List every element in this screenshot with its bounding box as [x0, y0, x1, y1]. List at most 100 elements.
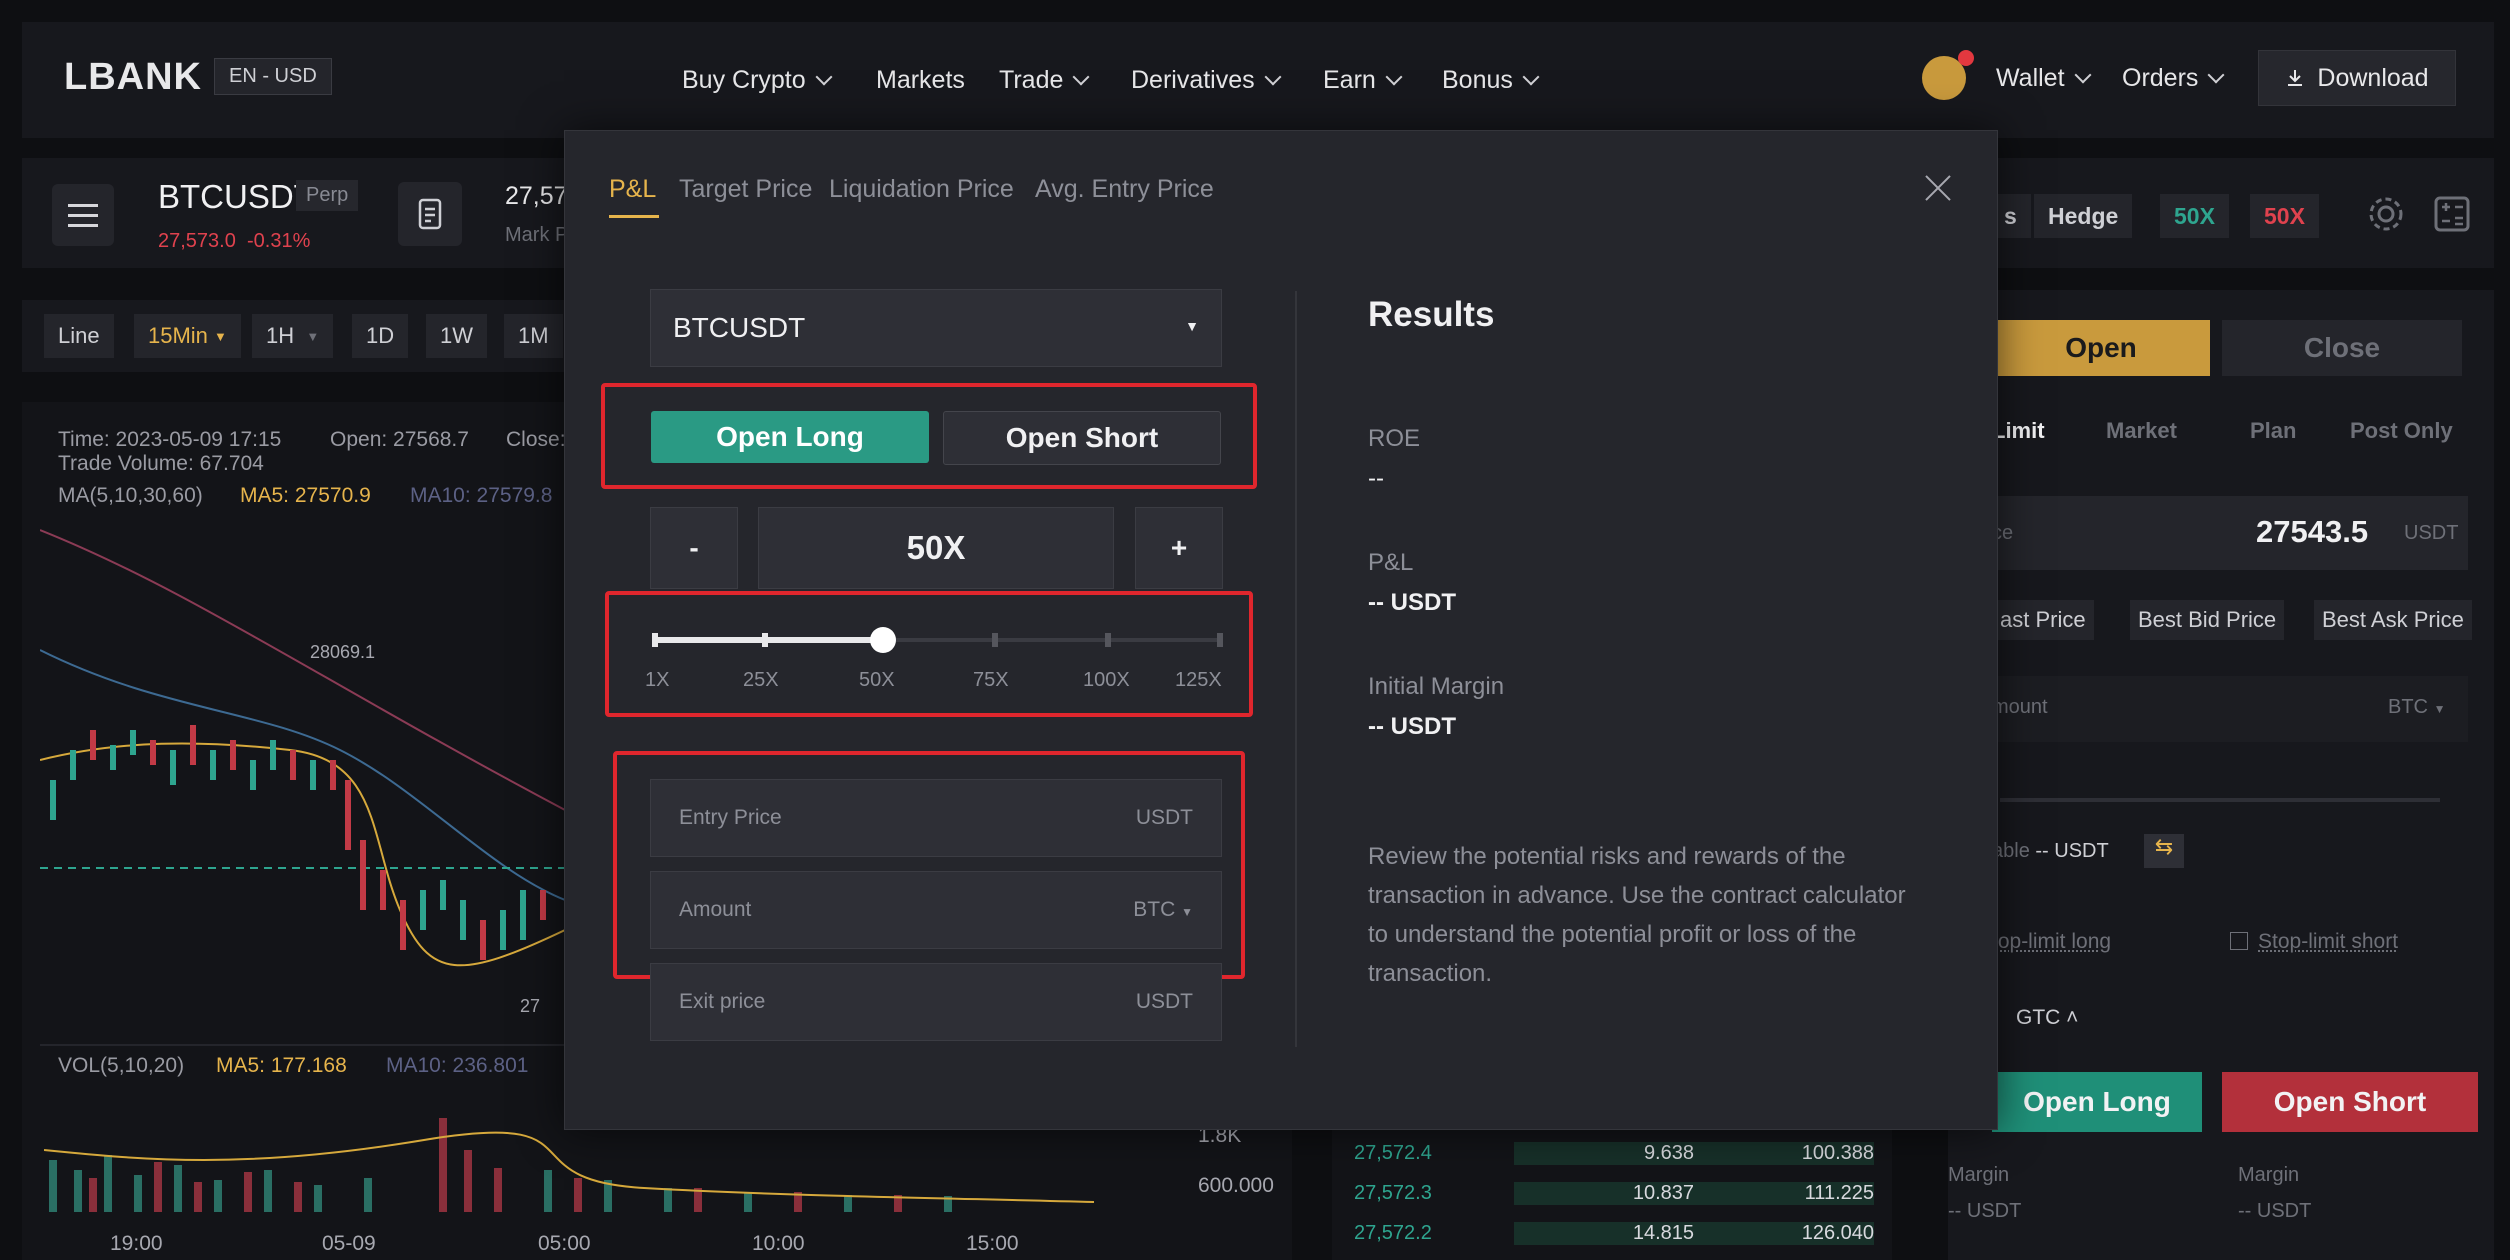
stop-limit-short-label[interactable]: Stop-limit short: [2258, 930, 2398, 954]
short-leverage-button[interactable]: 50X: [2250, 194, 2319, 238]
price-input[interactable]: [1948, 496, 2468, 570]
leverage-increase-button[interactable]: +: [1135, 507, 1223, 589]
leverage-slider-fill: [655, 637, 883, 643]
document-icon: [418, 198, 442, 230]
download-icon: [2288, 70, 2303, 86]
timeframe-1w[interactable]: 1W: [426, 314, 487, 358]
open-short-toggle[interactable]: Open Short: [943, 411, 1221, 465]
leverage-decrease-button[interactable]: -: [650, 507, 738, 589]
orderbook-row[interactable]: 27,572.2 14.815 126.040: [1354, 1222, 1874, 1245]
language-currency-selector[interactable]: EN - USD: [214, 58, 332, 95]
available-label: able -- USDT: [1992, 840, 2109, 862]
menu-button[interactable]: [52, 184, 114, 246]
notification-dot: [1958, 50, 1974, 66]
orderbook-row[interactable]: 27,572.3 10.837 111.225: [1354, 1182, 1874, 1205]
nav-derivatives[interactable]: Derivatives: [1131, 66, 1282, 95]
slider-label-50x: 50X: [859, 669, 895, 691]
ma-indicator-label: MA(5,10,30,60): [58, 484, 203, 507]
exit-price-input[interactable]: Exit price USDT: [650, 963, 1222, 1041]
tab-pnl[interactable]: P&L: [609, 175, 656, 204]
chevron-down-icon: [1264, 68, 1282, 86]
nav-trade[interactable]: Trade: [999, 66, 1090, 95]
chart-open: Open: 27568.7: [330, 428, 469, 451]
x-axis-label-4: 10:00: [752, 1232, 805, 1255]
amount-unit-dropdown[interactable]: BTC ▼: [1133, 898, 1193, 922]
slider-label-75x: 75X: [973, 669, 1009, 691]
open-long-toggle[interactable]: Open Long: [651, 411, 929, 463]
nav-bonus[interactable]: Bonus: [1442, 66, 1540, 95]
tab-close[interactable]: Close: [2222, 320, 2462, 376]
slider-tick: [992, 633, 998, 647]
x-axis-label-1: 19:00: [110, 1232, 163, 1255]
initial-margin-label: Initial Margin: [1368, 673, 1505, 700]
tab-target-price[interactable]: Target Price: [679, 175, 812, 204]
symbol-select[interactable]: BTCUSDT ▼: [650, 289, 1222, 367]
timeframe-1d[interactable]: 1D: [352, 314, 409, 358]
hedge-mode-button[interactable]: Hedge: [2034, 194, 2133, 238]
close-icon[interactable]: [1923, 173, 1953, 203]
stop-limit-long-label[interactable]: top-limit long: [1992, 930, 2111, 954]
nav-orders[interactable]: Orders: [2122, 64, 2225, 93]
slider-tick: [1105, 633, 1111, 647]
chevron-down-icon: [815, 68, 833, 86]
leverage-slider-thumb[interactable]: [870, 627, 896, 653]
brand-logo[interactable]: LBANK: [64, 56, 202, 99]
open-long-button[interactable]: Open Long: [1992, 1072, 2202, 1132]
open-short-button[interactable]: Open Short: [2222, 1072, 2478, 1132]
order-type-post-only[interactable]: Post Only: [2350, 418, 2453, 444]
tab-liquidation-price[interactable]: Liquidation Price: [829, 175, 1014, 204]
short-margin-value: -- USDT: [2238, 1200, 2312, 1222]
slider-label-100x: 100X: [1083, 669, 1130, 691]
timeframe-1m[interactable]: 1M: [504, 314, 563, 358]
mark-price-value: 27,57: [505, 182, 568, 210]
nav-markets[interactable]: Markets: [876, 66, 965, 95]
vol-indicator-label: VOL(5,10,20): [58, 1054, 185, 1077]
amount-unit-select[interactable]: BTC ▼: [2388, 696, 2445, 719]
nav-buy-crypto[interactable]: Buy Crypto: [682, 66, 833, 95]
download-label: Download: [2317, 63, 2429, 92]
chart-low-marker: 27: [520, 996, 541, 1016]
nav-earn[interactable]: Earn: [1323, 66, 1403, 95]
ma5-value: MA5: 27570.9: [240, 484, 371, 507]
entry-price-input[interactable]: Entry Price USDT: [650, 779, 1222, 857]
contract-info-button[interactable]: [398, 182, 462, 246]
best-ask-price-button[interactable]: Best Ask Price: [2314, 600, 2472, 640]
timeframe-15min[interactable]: 15Min ▼: [134, 314, 241, 358]
slider-label-25x: 25X: [743, 669, 779, 691]
order-type-market[interactable]: Market: [2106, 418, 2177, 444]
best-bid-price-button[interactable]: Best Bid Price: [2130, 600, 2285, 640]
chevron-down-icon: [1522, 68, 1540, 86]
nav-wallet[interactable]: Wallet: [1996, 64, 2092, 93]
timeframe-1h[interactable]: 1H ▼: [252, 314, 334, 358]
candlestick-series: [40, 529, 565, 967]
gear-icon[interactable]: [2366, 194, 2406, 234]
leverage-input[interactable]: 50X: [758, 507, 1114, 589]
stop-limit-short-checkbox[interactable]: [2230, 932, 2248, 950]
last-price-button[interactable]: ast Price: [1992, 600, 2094, 640]
long-margin-value: -- USDT: [1948, 1200, 2022, 1222]
amount-slider[interactable]: [2000, 798, 2440, 802]
tab-avg-entry-price[interactable]: Avg. Entry Price: [1035, 175, 1214, 204]
tab-active-indicator: [609, 215, 659, 218]
long-leverage-button[interactable]: 50X: [2160, 194, 2229, 238]
calculator-icon[interactable]: [2432, 194, 2472, 234]
orderbook-row[interactable]: 27,572.4 9.638 100.388: [1354, 1142, 1874, 1165]
chart-type-line[interactable]: Line: [44, 314, 114, 358]
time-in-force-select[interactable]: GTC ˄: [2016, 1006, 2078, 1030]
transfer-icon[interactable]: ⇆: [2144, 834, 2184, 868]
ticker-symbol[interactable]: BTCUSDT: [158, 178, 314, 216]
download-button[interactable]: Download: [2258, 50, 2456, 106]
order-type-limit[interactable]: Limit: [1992, 418, 2045, 444]
order-type-plan[interactable]: Plan: [2250, 418, 2296, 444]
initial-margin-value: -- USDT: [1368, 713, 1456, 740]
chart-close: Close:: [506, 428, 566, 451]
amount-input-modal[interactable]: Amount BTC ▼: [650, 871, 1222, 949]
chevron-down-icon: [2074, 66, 2092, 84]
orderbook: 27,572.4 9.638 100.388 27,572.3 10.837 1…: [1332, 1120, 1892, 1260]
amount-placeholder: Amount: [679, 898, 752, 921]
vol-ma10-value: MA10: 236.801: [386, 1054, 529, 1077]
perp-badge: Perp: [296, 180, 359, 211]
slider-label-125x: 125X: [1175, 669, 1222, 691]
amount-input-label: mount: [1992, 696, 2048, 718]
tab-open[interactable]: Open: [1992, 320, 2210, 376]
